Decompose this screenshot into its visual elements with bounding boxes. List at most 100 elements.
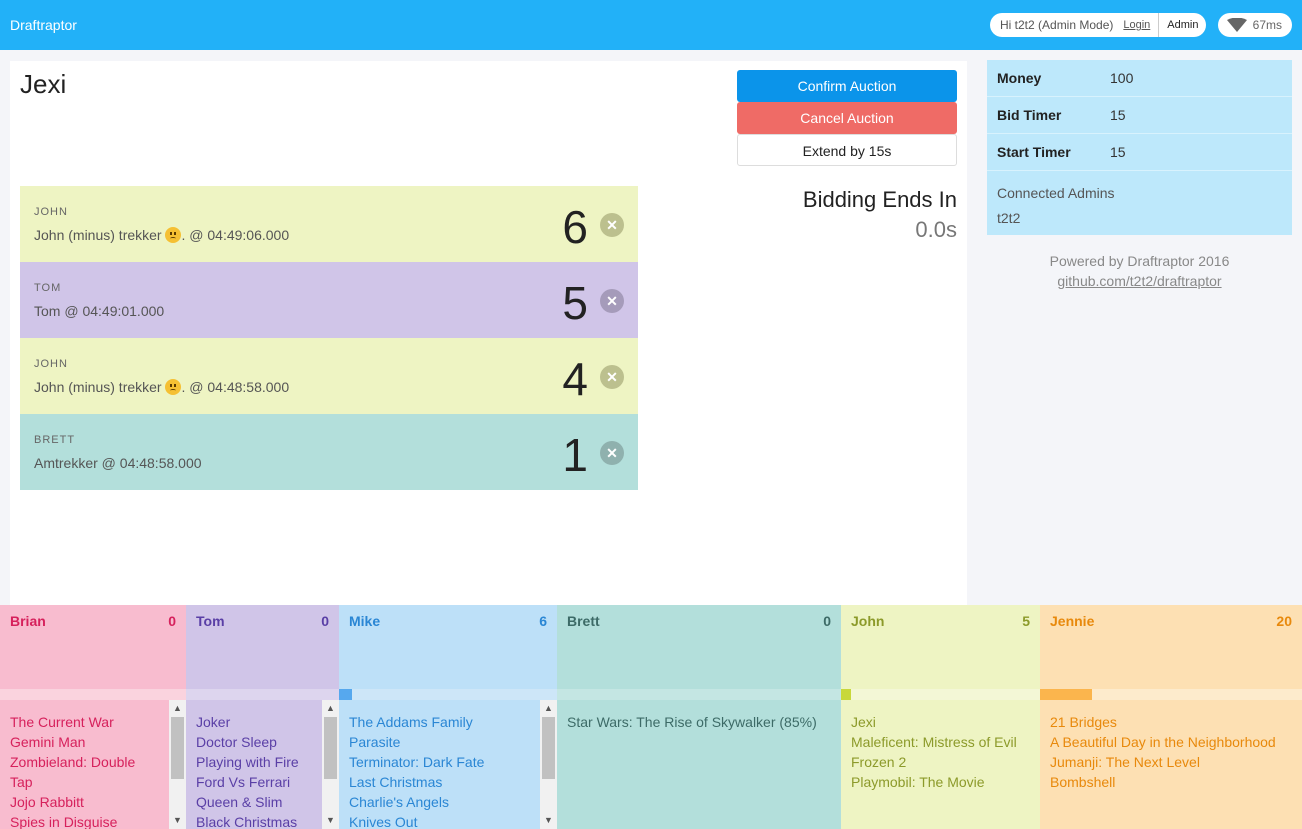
bid-amount: 6	[562, 201, 588, 253]
team-spend-bar	[557, 689, 841, 700]
bid-list: JOHN John (minus) trekker . @ 04:49:06.00…	[20, 186, 638, 490]
brand-link[interactable]: Draftraptor	[10, 17, 77, 33]
list-item: Last Christmas	[349, 774, 443, 790]
setting-value: 100	[1110, 70, 1134, 86]
bid-row: JOHN John (minus) trekker . @ 04:48:58.00…	[20, 338, 638, 414]
bidder-name: JOHN	[34, 358, 68, 370]
ping-value: 67ms	[1252, 18, 1282, 32]
list-item: Joker	[196, 714, 231, 730]
setting-row: Start Timer 15	[987, 134, 1292, 171]
team-column-jennie: Jennie 20 21 Bridges A Beautiful Day in the…	[1040, 605, 1302, 829]
bidding-ends-value: 0.0s	[915, 217, 957, 242]
scrollbar[interactable]: ▲ ▼	[322, 700, 339, 829]
admin-button[interactable]: Admin	[1158, 13, 1206, 37]
team-name: Tom	[196, 613, 225, 629]
auction-title: Jexi	[20, 69, 67, 99]
list-item: Frozen 2	[851, 754, 907, 770]
team-spend-bar	[1040, 689, 1302, 700]
list-item: Star Wars: The Rise of Skywalker (85%)	[567, 714, 817, 730]
sad-face-icon	[165, 379, 182, 395]
team-name: Mike	[349, 613, 381, 629]
list-item: Gemini Man	[10, 734, 86, 750]
scroll-up-icon[interactable]: ▲	[322, 700, 339, 717]
team-movie-list: The Current War Gemini Man Zombieland: Dou…	[0, 700, 169, 829]
bidder-name: BRETT	[34, 434, 76, 446]
list-item: Playmobil: The Movie	[851, 774, 985, 790]
list-item: Charlie's Angels	[349, 794, 449, 810]
team-score: 5	[1022, 613, 1030, 629]
scrollbar[interactable]: ▲ ▼	[540, 700, 557, 829]
remove-bid-icon[interactable]: ✕	[600, 213, 624, 237]
remove-bid-icon[interactable]: ✕	[600, 441, 624, 465]
list-item: Parasite	[349, 734, 401, 750]
list-item: Queen & Slim	[196, 794, 283, 810]
team-movie-list: Star Wars: The Rise of Skywalker (85%)	[557, 700, 841, 829]
bid-amount: 5	[562, 277, 588, 329]
github-link[interactable]: github.com/t2t2/draftraptor	[1057, 273, 1221, 289]
auction-panel: Jexi Confirm Auction Cancel Auction Exte…	[10, 61, 967, 605]
team-header: Jennie 20	[1040, 605, 1302, 689]
bid-message: Tom @ 04:49:01.000	[34, 303, 164, 319]
list-item: Jexi	[851, 714, 876, 730]
list-item: Zombieland: Double Tap	[10, 754, 136, 790]
bidder-name: TOM	[34, 282, 62, 294]
list-item: Knives Out	[349, 814, 418, 829]
team-score: 0	[168, 613, 176, 629]
team-movie-list: Jexi Maleficent: Mistress of Evil Frozen 2…	[841, 700, 1040, 829]
scrollbar-thumb[interactable]	[542, 717, 555, 779]
bid-message-time: . @ 04:49:06.000	[181, 227, 290, 243]
setting-key: Money	[997, 70, 1042, 86]
list-item: The Current War	[10, 714, 114, 730]
bid-message-text: Tom @ 04:49:01.000	[34, 303, 165, 319]
bidding-ends-label: Bidding Ends In	[802, 187, 957, 212]
greeting-text: Hi t2t2 (Admin Mode)	[1000, 18, 1114, 32]
sad-face-icon	[165, 227, 182, 243]
login-link[interactable]: Login	[1119, 19, 1158, 31]
team-column-brett: Brett 0 Star Wars: The Rise of Skywalker (…	[557, 605, 841, 829]
list-item: Maleficent: Mistress of Evil	[851, 734, 1017, 750]
team-spend-bar	[339, 689, 557, 700]
bidder-name: JOHN	[34, 206, 68, 218]
team-header: John 5	[841, 605, 1040, 689]
setting-row: Money 100	[987, 60, 1292, 97]
team-header: Brian 0	[0, 605, 186, 689]
team-column-john: John 5 Jexi Maleficent: Mistress of Evil Fro…	[841, 605, 1040, 829]
scroll-up-icon[interactable]: ▲	[169, 700, 186, 717]
team-name: Brian	[10, 613, 46, 629]
remove-bid-icon[interactable]: ✕	[600, 289, 624, 313]
remove-bid-icon[interactable]: ✕	[600, 365, 624, 389]
setting-key: Bid Timer	[997, 107, 1062, 123]
list-item: 21 Bridges	[1050, 714, 1117, 730]
cancel-auction-button[interactable]: Cancel Auction	[737, 102, 957, 134]
team-score: 6	[539, 613, 547, 629]
scroll-down-icon[interactable]: ▼	[540, 812, 557, 829]
scrollbar-thumb[interactable]	[171, 717, 184, 779]
team-column-tom: Tom 0 Joker Doctor Sleep Playing with Fire Fo…	[186, 605, 339, 829]
scroll-down-icon[interactable]: ▼	[322, 812, 339, 829]
extend-timer-button[interactable]: Extend by 15s	[737, 134, 957, 166]
scrollbar-thumb[interactable]	[324, 717, 337, 779]
scrollbar[interactable]: ▲ ▼	[169, 700, 186, 829]
setting-row: Bid Timer 15	[987, 97, 1292, 134]
list-item: Jumanji: The Next Level	[1050, 754, 1200, 770]
settings-panel: Money 100 Bid Timer 15 Start Timer 15 Connect…	[987, 60, 1292, 291]
team-spend-fill	[1040, 689, 1093, 700]
list-item: Bombshell	[1050, 774, 1116, 790]
list-item: Spies in Disguise	[10, 814, 118, 829]
team-score: 20	[1276, 613, 1292, 629]
top-bar: Draftraptor Hi t2t2 (Admin Mode) Login A…	[0, 0, 1302, 50]
scroll-up-icon[interactable]: ▲	[540, 700, 557, 717]
list-item: Playing with Fire	[196, 754, 299, 770]
team-score: 0	[321, 613, 329, 629]
bid-message: John (minus) trekker . @ 04:49:06.000	[34, 227, 289, 243]
list-item: Terminator: Dark Fate	[349, 754, 485, 770]
team-movie-list: Joker Doctor Sleep Playing with Fire Ford V…	[186, 700, 322, 829]
confirm-auction-button[interactable]: Confirm Auction	[737, 70, 957, 102]
list-item: Jojo Rabbitt	[10, 794, 84, 810]
scroll-down-icon[interactable]: ▼	[169, 812, 186, 829]
bid-row: TOM Tom @ 04:49:01.000 5 ✕	[20, 262, 638, 338]
team-header: Tom 0	[186, 605, 339, 689]
list-item: The Addams Family	[349, 714, 473, 730]
bid-amount: 4	[562, 353, 588, 405]
bid-message-text: John (minus) trekker	[34, 227, 162, 243]
